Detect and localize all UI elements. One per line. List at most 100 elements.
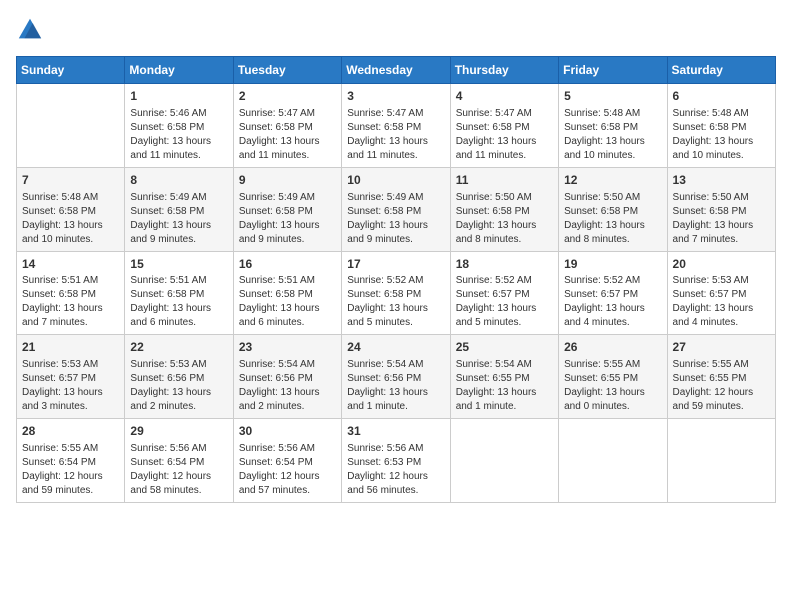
column-header-saturday: Saturday <box>667 57 775 84</box>
day-number: 22 <box>130 339 227 356</box>
day-info: Sunrise: 5:56 AM Sunset: 6:54 PM Dayligh… <box>239 442 336 498</box>
calendar-cell: 29 Sunrise: 5:56 AM Sunset: 6:54 PM Dayli… <box>125 419 233 503</box>
calendar-cell: 11Sunrise: 5:50 AM Sunset: 6:58 PM Dayli… <box>450 167 558 251</box>
day-info: Sunrise: 5:47 AM Sunset: 6:58 PM Dayligh… <box>456 107 553 163</box>
calendar-cell <box>667 419 775 503</box>
calendar-cell: 15Sunrise: 5:51 AM Sunset: 6:58 PM Dayli… <box>125 251 233 335</box>
calendar-cell: 17Sunrise: 5:52 AM Sunset: 6:58 PM Dayli… <box>342 251 450 335</box>
calendar-table: SundayMondayTuesdayWednesdayThursdayFrid… <box>16 56 776 503</box>
day-number: 19 <box>564 256 661 273</box>
day-number: 6 <box>673 88 770 105</box>
calendar-cell: 12 Sunrise: 5:50 AM Sunset: 6:58 PM Dayli… <box>559 167 667 251</box>
column-header-friday: Friday <box>559 57 667 84</box>
calendar-cell <box>450 419 558 503</box>
day-number: 4 <box>456 88 553 105</box>
calendar-week-row: 28Sunrise: 5:55 AM Sunset: 6:54 PM Dayli… <box>17 419 776 503</box>
calendar-cell: 10 Sunrise: 5:49 AM Sunset: 6:58 PM Dayli… <box>342 167 450 251</box>
day-number: 26 <box>564 339 661 356</box>
calendar-cell: 6Sunrise: 5:48 AM Sunset: 6:58 PM Daylig… <box>667 84 775 168</box>
day-number: 29 <box>130 423 227 440</box>
day-info: Sunrise: 5:54 AM Sunset: 6:56 PM Dayligh… <box>239 358 336 414</box>
calendar-week-row: 21 Sunrise: 5:53 AM Sunset: 6:57 PM Dayli… <box>17 335 776 419</box>
day-info: Sunrise: 5:56 AM Sunset: 6:53 PM Dayligh… <box>347 442 444 498</box>
day-number: 30 <box>239 423 336 440</box>
calendar-cell: 14Sunrise: 5:51 AM Sunset: 6:58 PM Dayli… <box>17 251 125 335</box>
day-number: 15 <box>130 256 227 273</box>
calendar-cell: 13 Sunrise: 5:50 AM Sunset: 6:58 PM Dayli… <box>667 167 775 251</box>
calendar-cell: 27 Sunrise: 5:55 AM Sunset: 6:55 PM Dayli… <box>667 335 775 419</box>
day-number: 27 <box>673 339 770 356</box>
day-info: Sunrise: 5:51 AM Sunset: 6:58 PM Dayligh… <box>22 274 119 330</box>
column-header-wednesday: Wednesday <box>342 57 450 84</box>
day-number: 8 <box>130 172 227 189</box>
calendar-cell: 19Sunrise: 5:52 AM Sunset: 6:57 PM Dayli… <box>559 251 667 335</box>
day-number: 31 <box>347 423 444 440</box>
day-number: 13 <box>673 172 770 189</box>
day-info: Sunrise: 5:53 AM Sunset: 6:57 PM Dayligh… <box>673 274 770 330</box>
day-info: Sunrise: 5:50 AM Sunset: 6:58 PM Dayligh… <box>564 191 661 247</box>
calendar-cell: 20Sunrise: 5:53 AM Sunset: 6:57 PM Dayli… <box>667 251 775 335</box>
calendar-week-row: 14Sunrise: 5:51 AM Sunset: 6:58 PM Dayli… <box>17 251 776 335</box>
day-info: Sunrise: 5:49 AM Sunset: 6:58 PM Dayligh… <box>347 191 444 247</box>
calendar-week-row: 1 Sunrise: 5:46 AM Sunset: 6:58 PM Daylig… <box>17 84 776 168</box>
day-number: 2 <box>239 88 336 105</box>
calendar-cell: 23Sunrise: 5:54 AM Sunset: 6:56 PM Dayli… <box>233 335 341 419</box>
calendar-cell: 3Sunrise: 5:47 AM Sunset: 6:58 PM Daylig… <box>342 84 450 168</box>
day-info: Sunrise: 5:46 AM Sunset: 6:58 PM Dayligh… <box>130 107 227 163</box>
day-number: 24 <box>347 339 444 356</box>
calendar-cell: 16Sunrise: 5:51 AM Sunset: 6:58 PM Dayli… <box>233 251 341 335</box>
day-number: 5 <box>564 88 661 105</box>
calendar-cell: 5 Sunrise: 5:48 AM Sunset: 6:58 PM Daylig… <box>559 84 667 168</box>
day-number: 9 <box>239 172 336 189</box>
day-info: Sunrise: 5:53 AM Sunset: 6:56 PM Dayligh… <box>130 358 227 414</box>
calendar-cell <box>17 84 125 168</box>
day-number: 11 <box>456 172 553 189</box>
day-info: Sunrise: 5:53 AM Sunset: 6:57 PM Dayligh… <box>22 358 119 414</box>
column-header-thursday: Thursday <box>450 57 558 84</box>
day-number: 14 <box>22 256 119 273</box>
day-info: Sunrise: 5:51 AM Sunset: 6:58 PM Dayligh… <box>130 274 227 330</box>
day-number: 7 <box>22 172 119 189</box>
page-header <box>16 16 776 44</box>
calendar-cell: 31 Sunrise: 5:56 AM Sunset: 6:53 PM Dayli… <box>342 419 450 503</box>
day-number: 10 <box>347 172 444 189</box>
day-number: 25 <box>456 339 553 356</box>
column-header-monday: Monday <box>125 57 233 84</box>
day-info: Sunrise: 5:52 AM Sunset: 6:57 PM Dayligh… <box>564 274 661 330</box>
day-info: Sunrise: 5:55 AM Sunset: 6:55 PM Dayligh… <box>564 358 661 414</box>
day-info: Sunrise: 5:49 AM Sunset: 6:58 PM Dayligh… <box>239 191 336 247</box>
calendar-cell: 9 Sunrise: 5:49 AM Sunset: 6:58 PM Daylig… <box>233 167 341 251</box>
day-info: Sunrise: 5:54 AM Sunset: 6:55 PM Dayligh… <box>456 358 553 414</box>
day-info: Sunrise: 5:50 AM Sunset: 6:58 PM Dayligh… <box>673 191 770 247</box>
calendar-cell: 4 Sunrise: 5:47 AM Sunset: 6:58 PM Daylig… <box>450 84 558 168</box>
day-info: Sunrise: 5:49 AM Sunset: 6:58 PM Dayligh… <box>130 191 227 247</box>
day-info: Sunrise: 5:56 AM Sunset: 6:54 PM Dayligh… <box>130 442 227 498</box>
day-info: Sunrise: 5:55 AM Sunset: 6:54 PM Dayligh… <box>22 442 119 498</box>
calendar-cell: 28Sunrise: 5:55 AM Sunset: 6:54 PM Dayli… <box>17 419 125 503</box>
day-number: 1 <box>130 88 227 105</box>
day-info: Sunrise: 5:48 AM Sunset: 6:58 PM Dayligh… <box>564 107 661 163</box>
calendar-header-row: SundayMondayTuesdayWednesdayThursdayFrid… <box>17 57 776 84</box>
day-info: Sunrise: 5:47 AM Sunset: 6:58 PM Dayligh… <box>239 107 336 163</box>
calendar-cell: 25 Sunrise: 5:54 AM Sunset: 6:55 PM Dayli… <box>450 335 558 419</box>
day-info: Sunrise: 5:55 AM Sunset: 6:55 PM Dayligh… <box>673 358 770 414</box>
day-number: 17 <box>347 256 444 273</box>
calendar-cell: 30 Sunrise: 5:56 AM Sunset: 6:54 PM Dayli… <box>233 419 341 503</box>
column-header-tuesday: Tuesday <box>233 57 341 84</box>
day-number: 16 <box>239 256 336 273</box>
day-number: 12 <box>564 172 661 189</box>
calendar-cell: 18Sunrise: 5:52 AM Sunset: 6:57 PM Dayli… <box>450 251 558 335</box>
logo-icon <box>16 16 44 44</box>
calendar-cell <box>559 419 667 503</box>
calendar-cell: 2 Sunrise: 5:47 AM Sunset: 6:58 PM Daylig… <box>233 84 341 168</box>
calendar-cell: 8 Sunrise: 5:49 AM Sunset: 6:58 PM Daylig… <box>125 167 233 251</box>
calendar-cell: 1 Sunrise: 5:46 AM Sunset: 6:58 PM Daylig… <box>125 84 233 168</box>
calendar-week-row: 7 Sunrise: 5:48 AM Sunset: 6:58 PM Daylig… <box>17 167 776 251</box>
calendar-cell: 21 Sunrise: 5:53 AM Sunset: 6:57 PM Dayli… <box>17 335 125 419</box>
calendar-cell: 22 Sunrise: 5:53 AM Sunset: 6:56 PM Dayli… <box>125 335 233 419</box>
day-info: Sunrise: 5:47 AM Sunset: 6:58 PM Dayligh… <box>347 107 444 163</box>
day-info: Sunrise: 5:52 AM Sunset: 6:57 PM Dayligh… <box>456 274 553 330</box>
day-number: 21 <box>22 339 119 356</box>
calendar-cell: 26 Sunrise: 5:55 AM Sunset: 6:55 PM Dayli… <box>559 335 667 419</box>
day-info: Sunrise: 5:48 AM Sunset: 6:58 PM Dayligh… <box>22 191 119 247</box>
